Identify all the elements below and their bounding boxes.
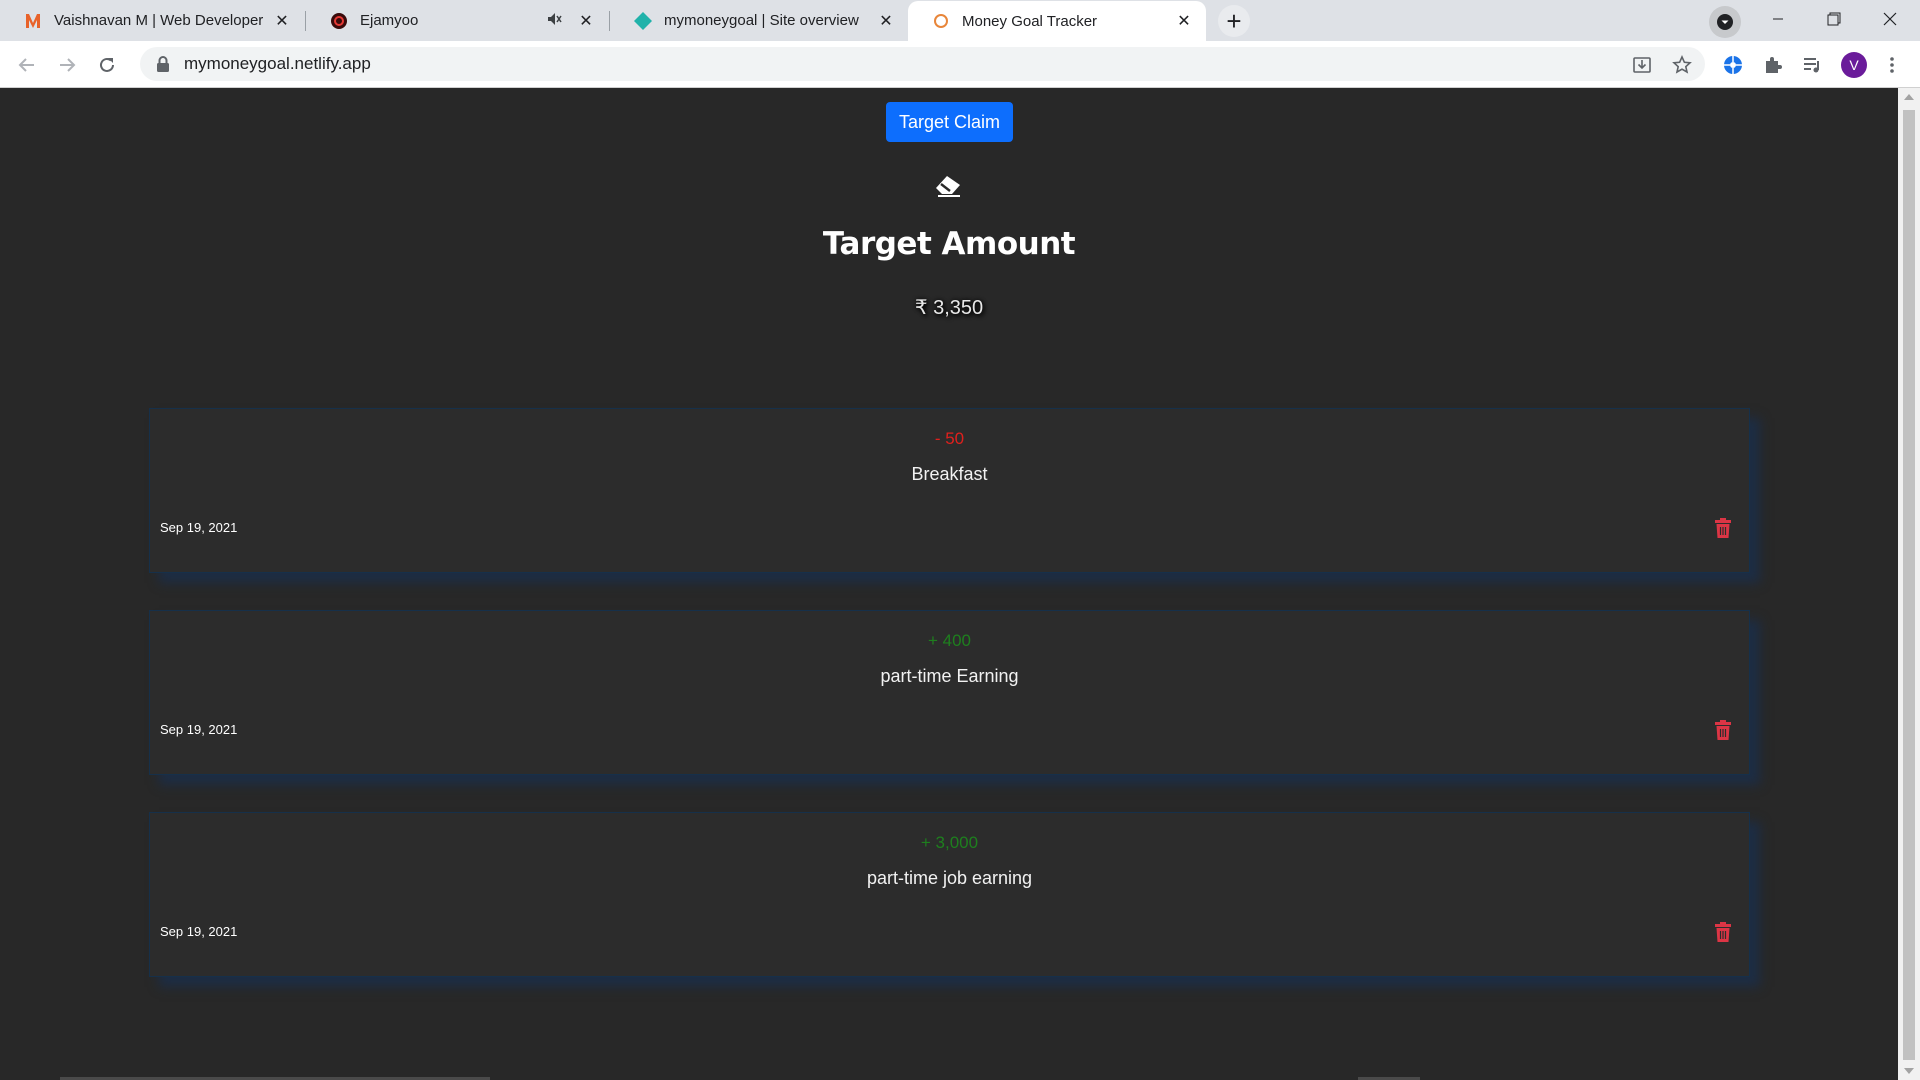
netlify-icon <box>634 11 652 30</box>
globe-icon <box>932 12 950 30</box>
eraser-icon[interactable] <box>934 171 962 199</box>
transaction-amount: + 3,000 <box>920 833 979 852</box>
scroll-up-icon[interactable] <box>1904 94 1914 100</box>
page-title: Target Amount <box>822 226 1076 262</box>
target-amount-value: ₹ 3,350 <box>914 297 984 319</box>
media-queue-icon[interactable] <box>1801 54 1823 76</box>
transaction-date: Sep 19, 2021 <box>160 924 238 939</box>
minimize-button[interactable] <box>1750 0 1806 38</box>
avatar[interactable]: V <box>1841 52 1867 78</box>
transaction-description: Breakfast <box>911 464 988 484</box>
close-icon[interactable]: ✕ <box>272 11 292 31</box>
arrow-left-icon <box>18 58 34 72</box>
bookmark-star-icon[interactable] <box>1672 55 1692 75</box>
tab-title: Money Goal Tracker <box>962 12 1098 30</box>
m-logo-icon <box>24 12 42 30</box>
vertical-scrollbar[interactable] <box>1898 88 1920 1080</box>
restore-button[interactable] <box>1806 0 1862 38</box>
transaction-description: part-time Earning <box>880 666 1019 686</box>
ejamyoo-icon <box>330 12 348 30</box>
scroll-down-icon[interactable] <box>1904 1068 1914 1074</box>
tab-ejamyoo[interactable]: Ejamyoo ✕ <box>306 0 608 41</box>
url-text: mymoneygoal.netlify.app <box>184 54 371 73</box>
scrollbar-thumb[interactable] <box>1903 110 1915 1060</box>
tab-strip: Vaishnavan M | Web Developer ✕ Ejamyoo ✕… <box>0 0 1920 41</box>
close-icon[interactable]: ✕ <box>1174 11 1194 31</box>
forward-button[interactable] <box>51 49 83 81</box>
tab-title: Vaishnavan M | Web Developer <box>54 12 264 29</box>
reload-button[interactable] <box>91 49 123 81</box>
tab-money-goal-tracker[interactable]: Money Goal Tracker ✕ <box>908 1 1206 41</box>
page-viewport: Target Claim Target Amount ₹ 3,350 - 50 … <box>0 88 1898 1080</box>
transaction-card: + 3,000 part-time job earning Sep 19, 20… <box>149 812 1750 977</box>
kebab-menu-icon[interactable] <box>1881 54 1903 76</box>
close-icon[interactable]: ✕ <box>876 11 896 31</box>
transaction-description: part-time job earning <box>866 868 1033 888</box>
trash-icon[interactable] <box>1714 518 1732 538</box>
close-icon[interactable]: ✕ <box>576 11 596 31</box>
chevron-down-icon <box>1717 14 1733 30</box>
target-claim-button[interactable]: Target Claim <box>886 102 1013 142</box>
back-button[interactable] <box>11 49 43 81</box>
arrow-right-icon <box>60 58 76 72</box>
transaction-amount: - 50 <box>934 429 965 448</box>
transaction-card: + 400 part-time Earning Sep 19, 2021 <box>149 610 1750 775</box>
transaction-date: Sep 19, 2021 <box>160 520 238 535</box>
transaction-card: - 50 Breakfast Sep 19, 2021 <box>149 408 1750 573</box>
tab-mymoneygoal-site-overview[interactable]: mymoneygoal | Site overview ✕ <box>610 0 908 41</box>
lock-icon <box>157 56 169 72</box>
tab-search-button[interactable] <box>1709 6 1741 38</box>
close-window-button[interactable] <box>1862 0 1918 38</box>
extension-blue-icon[interactable] <box>1722 54 1744 76</box>
reload-icon <box>100 57 114 72</box>
transaction-date: Sep 19, 2021 <box>160 722 238 737</box>
tab-title: mymoneygoal | Site overview <box>664 12 859 29</box>
trash-icon[interactable] <box>1714 720 1732 740</box>
tab-title: Ejamyoo <box>360 12 419 29</box>
browser-toolbar: mymoneygoal.netlify.app V <box>0 41 1920 88</box>
puzzle-extensions-icon[interactable] <box>1762 54 1784 76</box>
address-bar[interactable]: mymoneygoal.netlify.app <box>140 47 1705 81</box>
trash-icon[interactable] <box>1714 922 1732 942</box>
new-tab-button[interactable]: + <box>1218 5 1250 37</box>
speaker-muted-icon[interactable] <box>548 13 562 28</box>
install-app-icon[interactable] <box>1632 55 1652 75</box>
tab-vaishnavan[interactable]: Vaishnavan M | Web Developer ✕ <box>0 0 304 41</box>
transaction-amount: + 400 <box>927 631 971 650</box>
